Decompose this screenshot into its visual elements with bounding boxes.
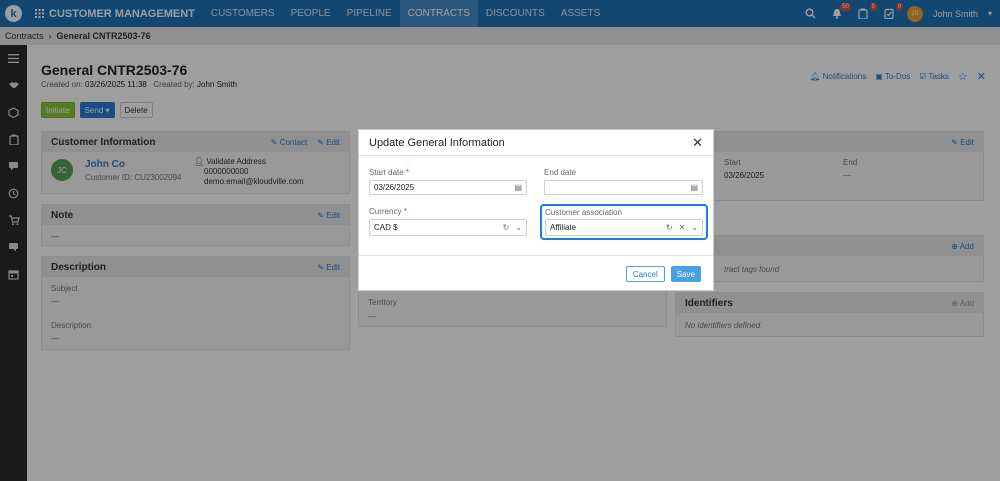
refresh-icon[interactable]: ↻ bbox=[666, 223, 673, 232]
currency-label: Currency bbox=[369, 207, 402, 216]
save-button[interactable]: Save bbox=[670, 266, 701, 282]
start-date-input[interactable]: 03/26/2025 ▤ bbox=[369, 180, 527, 195]
customer-association-value: Affiliate bbox=[550, 223, 577, 232]
customer-association-field: Customer association Affiliate ↻ ✕ ⌄ bbox=[540, 204, 708, 240]
modal-title: Update General Information bbox=[369, 136, 505, 149]
cancel-button[interactable]: Cancel bbox=[625, 266, 665, 282]
calendar-icon[interactable]: ▤ bbox=[690, 183, 698, 192]
currency-field: Currency * CAD $ ↻ ⌄ bbox=[369, 207, 527, 236]
clear-icon[interactable]: ✕ bbox=[679, 223, 686, 232]
update-general-info-modal: Update General Information ✕ Start date … bbox=[358, 129, 714, 291]
end-date-field: End date ▤ bbox=[544, 168, 703, 195]
customer-association-select[interactable]: Affiliate ↻ ✕ ⌄ bbox=[545, 219, 703, 236]
start-date-field: Start date * 03/26/2025 ▤ bbox=[369, 168, 527, 195]
start-date-label: Start date bbox=[369, 168, 404, 177]
start-date-value: 03/26/2025 bbox=[374, 183, 415, 192]
customer-association-label: Customer association bbox=[545, 208, 622, 217]
end-date-input[interactable]: ▤ bbox=[544, 180, 703, 195]
currency-value: CAD $ bbox=[374, 223, 398, 232]
end-date-label: End date bbox=[544, 168, 577, 177]
modal-footer: Cancel Save bbox=[359, 255, 713, 292]
chevron-down-icon[interactable]: ⌄ bbox=[691, 223, 698, 232]
currency-select[interactable]: CAD $ ↻ ⌄ bbox=[369, 219, 527, 236]
close-icon[interactable]: ✕ bbox=[692, 135, 703, 151]
modal-header: Update General Information ✕ bbox=[359, 130, 713, 156]
chevron-down-icon[interactable]: ⌄ bbox=[515, 223, 522, 232]
refresh-icon[interactable]: ↻ bbox=[503, 223, 510, 232]
calendar-icon[interactable]: ▤ bbox=[514, 183, 522, 192]
